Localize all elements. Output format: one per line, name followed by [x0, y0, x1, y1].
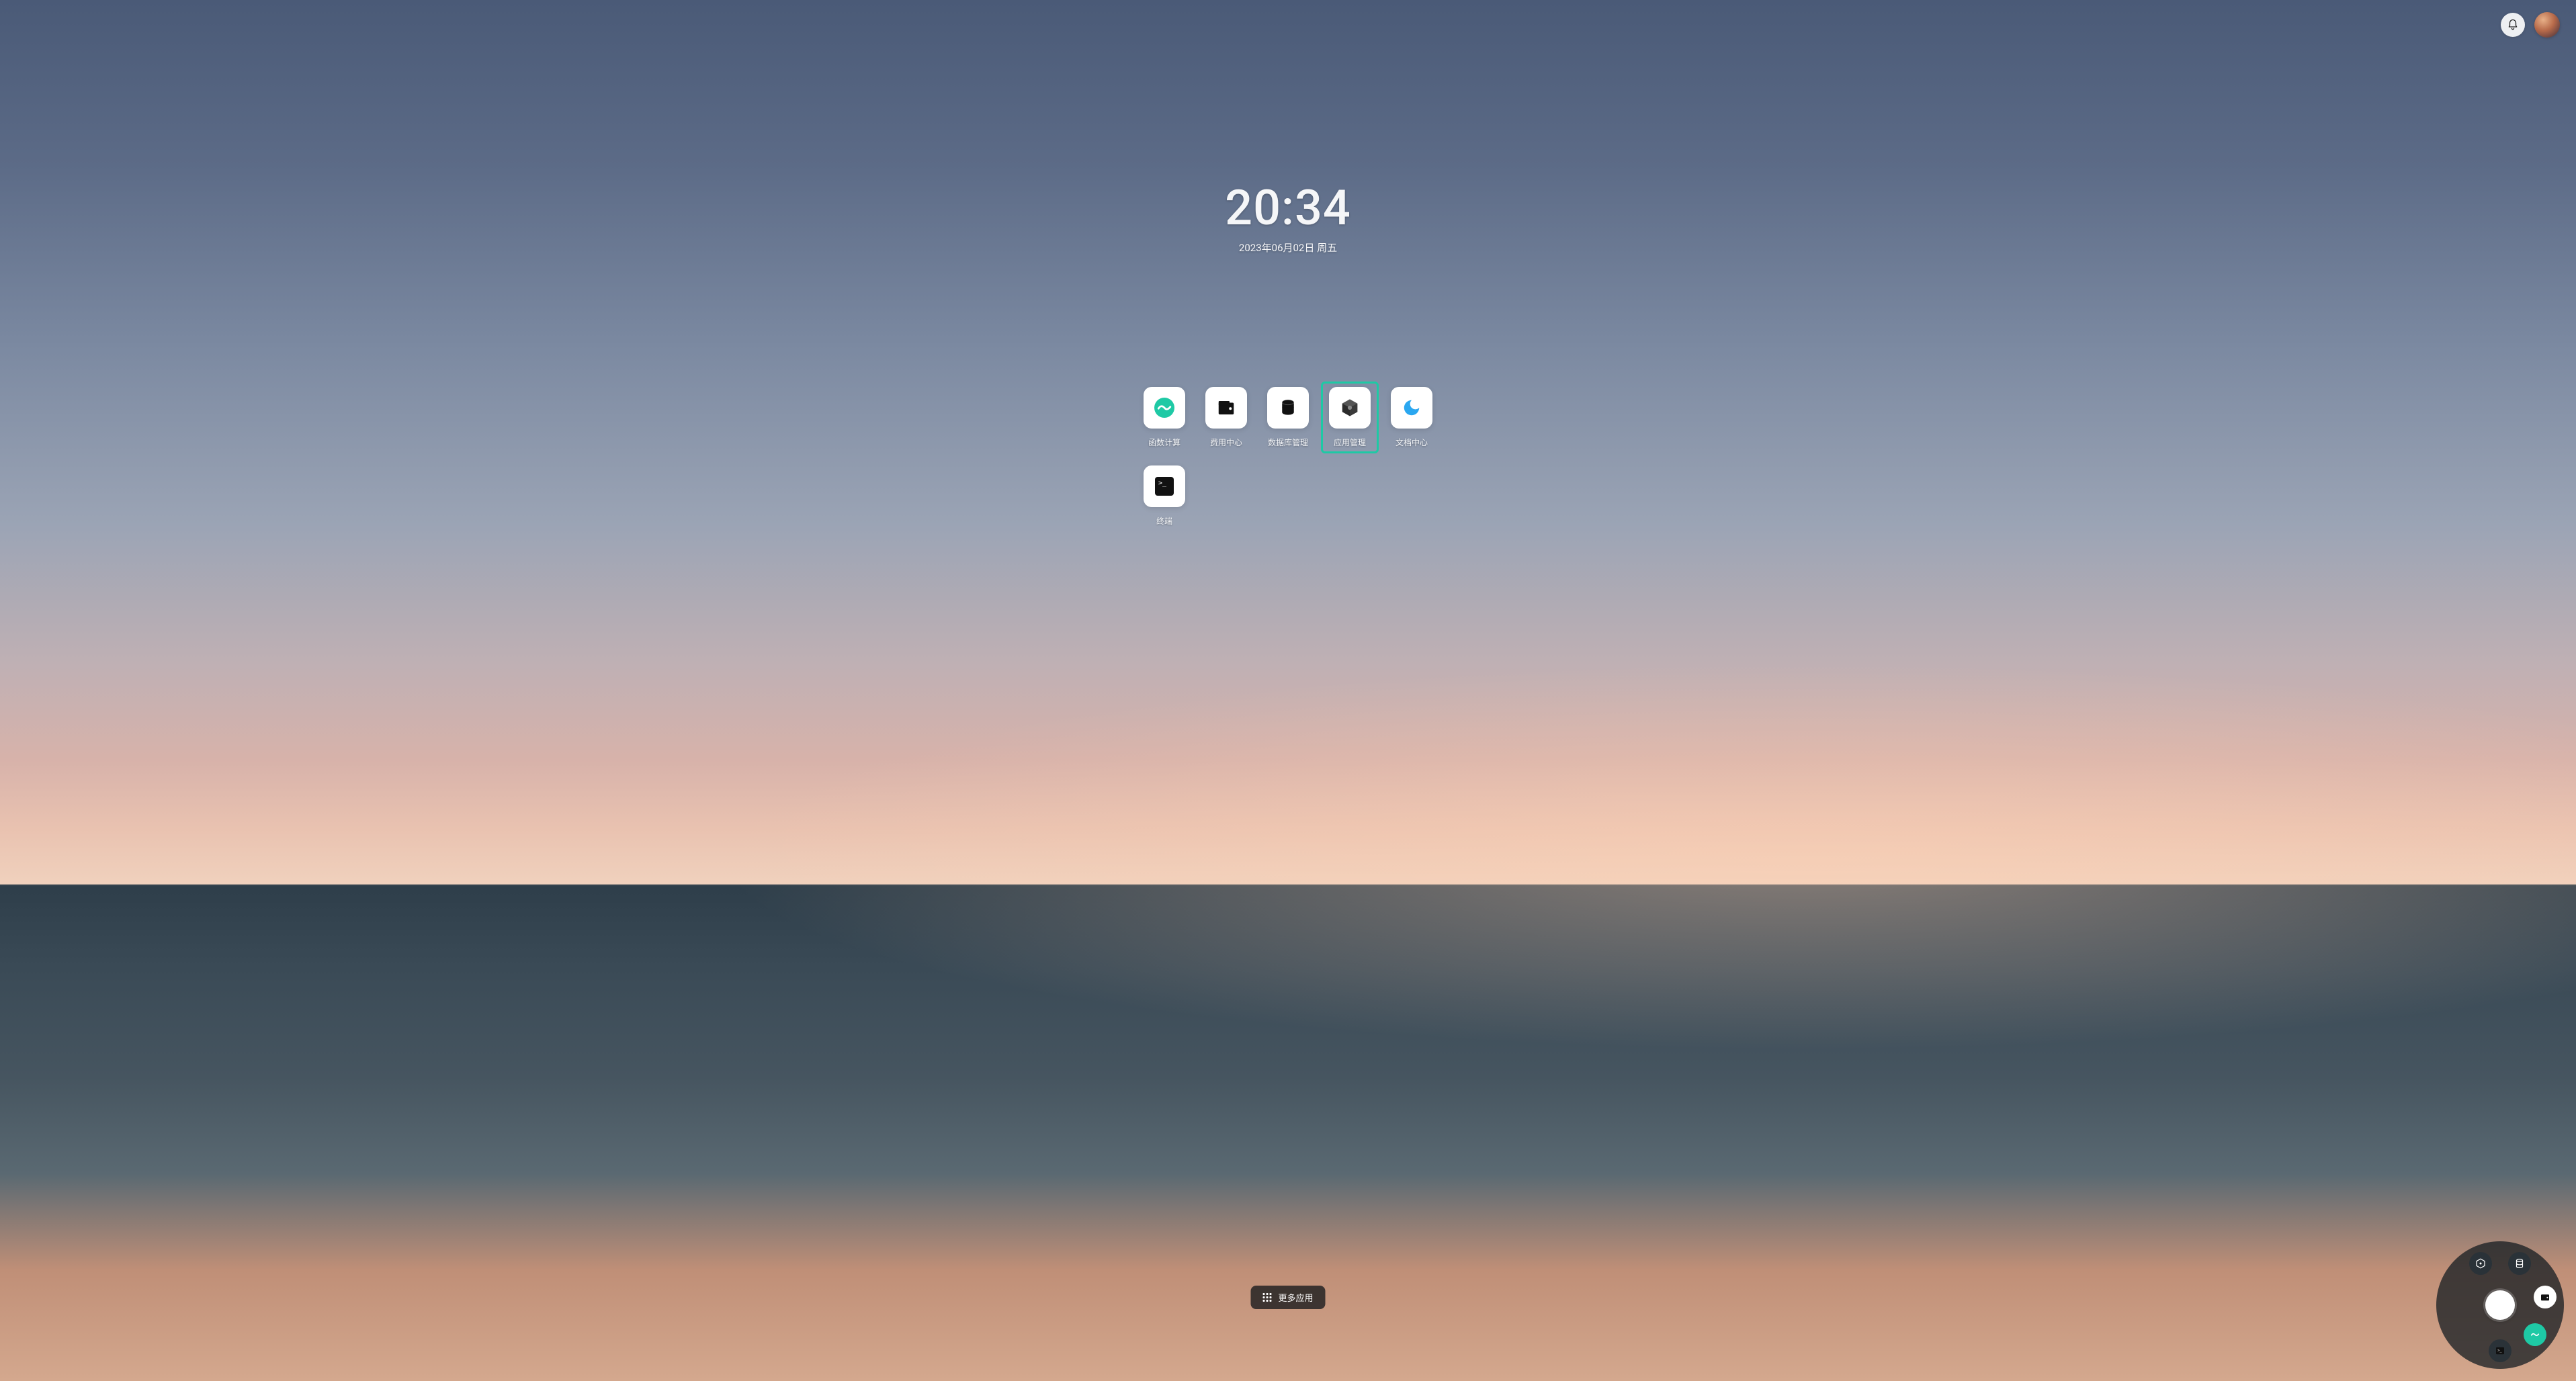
radial-item-terminal[interactable]: >_: [2489, 1339, 2511, 1362]
app-item-db[interactable]: 数据库管理: [1267, 387, 1309, 448]
notifications-button[interactable]: [2501, 13, 2525, 37]
app-label: 终端: [1156, 515, 1172, 527]
clock-date: 2023年06月02日 周五: [1225, 240, 1351, 255]
wave-icon: [1144, 387, 1185, 429]
app-item-docs[interactable]: 文档中心: [1391, 387, 1432, 448]
more-apps-label: 更多应用: [1278, 1291, 1313, 1304]
app-label: 文档中心: [1396, 437, 1428, 448]
app-item-billing[interactable]: 费用中心: [1205, 387, 1247, 448]
radial-item-wallet[interactable]: [2534, 1286, 2557, 1308]
radial-dock-center-button[interactable]: [2485, 1290, 2515, 1320]
bell-icon: [2507, 19, 2519, 31]
grid-icon: [1262, 1293, 1271, 1302]
terminal-icon: [1144, 465, 1185, 507]
app-label: 应用管理: [1334, 437, 1366, 448]
app-item-faas[interactable]: 函数计算: [1144, 387, 1185, 448]
clock-widget: 20:34 2023年06月02日 周五: [1225, 179, 1351, 255]
database-icon: [1267, 387, 1309, 429]
clock-time: 20:34: [1225, 179, 1351, 236]
topbar-right: [2501, 12, 2560, 38]
app-label: 数据库管理: [1268, 437, 1308, 448]
radial-item-wave[interactable]: [2524, 1323, 2546, 1346]
radial-item-database[interactable]: [2508, 1252, 2531, 1275]
svg-text:>_: >_: [2497, 1349, 2502, 1353]
swirl-icon: [1391, 387, 1432, 429]
avatar[interactable]: [2534, 12, 2560, 38]
desktop: 20:34 2023年06月02日 周五 函数计算 费用中心 数据库管理 应用管理 文档…: [0, 0, 2576, 1381]
radial-dock: >_: [2436, 1241, 2564, 1369]
more-apps-button[interactable]: 更多应用: [1250, 1286, 1325, 1309]
hexagon-icon: [1329, 387, 1371, 429]
wallet-icon: [1205, 387, 1247, 429]
app-label: 费用中心: [1210, 437, 1242, 448]
app-item-terminal[interactable]: 终端: [1144, 465, 1185, 527]
app-grid: 函数计算 费用中心 数据库管理 应用管理 文档中心终端: [1144, 387, 1432, 527]
app-label: 函数计算: [1148, 437, 1180, 448]
app-item-appmgr[interactable]: 应用管理: [1329, 387, 1371, 448]
